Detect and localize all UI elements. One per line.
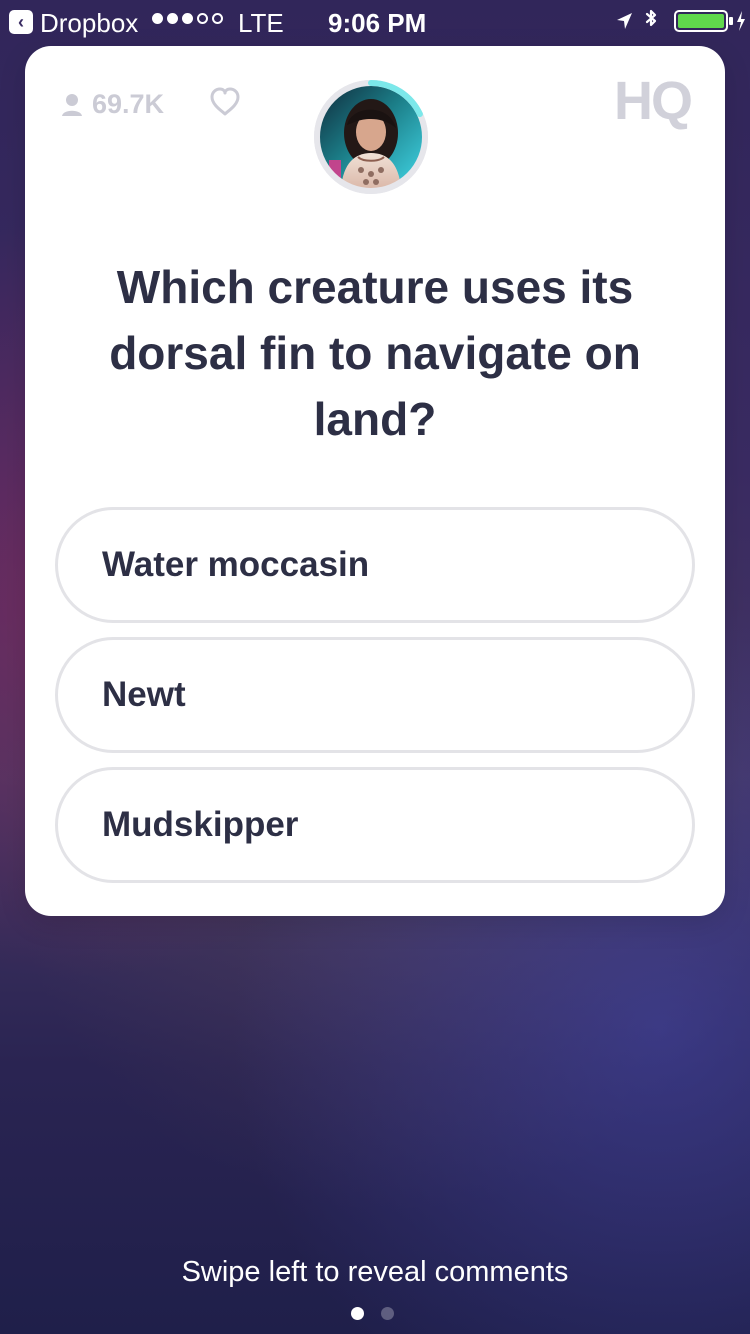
- location-icon: [617, 13, 632, 29]
- cell-signal-indicator: [152, 13, 223, 24]
- signal-dot-filled: [167, 13, 178, 24]
- host-avatar-image: [319, 85, 423, 189]
- bluetooth-icon: [645, 9, 657, 27]
- page-indicator: [351, 1307, 394, 1320]
- signal-dot-empty: [212, 13, 223, 24]
- answer-label: Water moccasin: [102, 545, 370, 584]
- swipe-hint: Swipe left to reveal comments: [181, 1256, 569, 1288]
- back-to-app-label[interactable]: Dropbox: [40, 8, 138, 39]
- question-card: 69.7K HQ Which creature uses its dorsal …: [25, 46, 725, 916]
- signal-dot-empty: [197, 13, 208, 24]
- page-dot-active[interactable]: [351, 1307, 364, 1320]
- page-dot[interactable]: [381, 1307, 394, 1320]
- viewer-count: 69.7K: [60, 89, 164, 120]
- battery-icon: [674, 10, 733, 32]
- heart-icon[interactable]: [208, 87, 242, 117]
- status-time: 9:06 PM: [328, 8, 427, 38]
- signal-dot-filled: [182, 13, 193, 24]
- host-avatar-ring: [314, 80, 428, 194]
- hq-logo: HQ: [614, 71, 693, 131]
- person-icon: [62, 93, 82, 116]
- status-bar: ‹ Dropbox LTE 9:06 PM: [0, 0, 750, 42]
- signal-dot-filled: [152, 13, 163, 24]
- question-text: Which creature uses its dorsal fin to na…: [109, 261, 641, 445]
- network-type: LTE: [238, 8, 284, 38]
- host-avatar: [319, 85, 423, 189]
- answer-option[interactable]: Newt: [55, 637, 695, 753]
- back-chevron-icon[interactable]: ‹: [9, 10, 33, 34]
- answer-option[interactable]: Mudskipper: [55, 767, 695, 883]
- answer-label: Mudskipper: [102, 805, 299, 844]
- answer-label: Newt: [102, 675, 186, 714]
- answer-option[interactable]: Water moccasin: [55, 507, 695, 623]
- viewer-count-label: 69.7K: [92, 89, 165, 119]
- charging-icon: [737, 11, 745, 31]
